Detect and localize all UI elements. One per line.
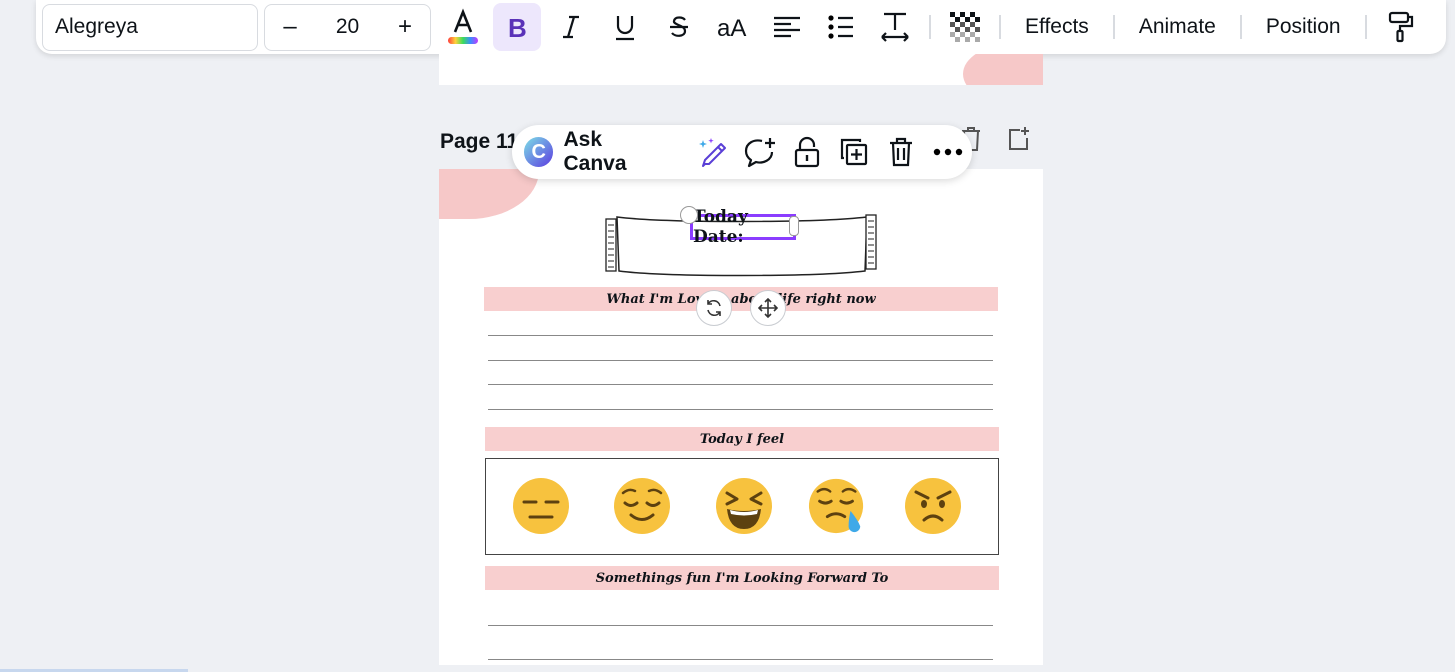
letter-case-icon: aA <box>717 15 746 40</box>
underline-icon <box>616 16 634 41</box>
lock-button[interactable] <box>783 128 830 176</box>
writing-line <box>488 409 993 410</box>
duplicate-button[interactable] <box>831 128 878 176</box>
writing-line <box>488 335 993 336</box>
writing-line <box>488 360 993 361</box>
letter-case-button[interactable]: aA <box>709 3 757 51</box>
move-icon <box>758 298 778 318</box>
font-family-select[interactable]: Alegreya <box>42 3 258 51</box>
toolbar-divider <box>1112 15 1115 39</box>
toolbar-divider <box>1239 15 1242 39</box>
effects-button[interactable]: Effects <box>1011 15 1103 39</box>
align-button[interactable] <box>763 3 811 51</box>
section-forward-header: Somethings fun I'm Looking Forward To <box>485 566 999 590</box>
writing-line <box>488 625 993 626</box>
more-icon <box>934 148 963 156</box>
paint-roller-icon <box>1388 11 1413 43</box>
section-loving-header: What I'm Loving about life right now <box>484 287 998 311</box>
more-options-button[interactable] <box>925 128 972 176</box>
date-text-box[interactable]: Today Date: <box>690 207 796 247</box>
comment-add-icon <box>744 138 775 168</box>
mood-emoji-box <box>485 458 999 555</box>
font-size-increase-button[interactable]: + <box>394 13 416 41</box>
strikethrough-button[interactable] <box>655 3 703 51</box>
canvas-page[interactable]: Today Date: What I'm Loving about life r… <box>439 169 1043 665</box>
add-page-icon[interactable] <box>1006 126 1032 152</box>
decorative-blob <box>963 54 1043 85</box>
list-icon <box>828 15 853 39</box>
rotate-button[interactable] <box>696 290 732 326</box>
text-color-icon <box>448 8 478 44</box>
section-feel-header: Today I feel <box>485 427 999 451</box>
font-size-decrease-button[interactable]: – <box>279 13 301 41</box>
list-button[interactable] <box>817 3 865 51</box>
duplicate-icon <box>841 138 868 166</box>
angry-emoji-icon[interactable] <box>904 477 962 535</box>
element-action-bar: C Ask Canva <box>512 125 972 179</box>
align-left-icon <box>774 16 800 38</box>
relieved-emoji-icon[interactable] <box>613 477 671 535</box>
font-size-stepper: – 20 + <box>264 3 431 51</box>
svg-text:B: B <box>508 14 527 40</box>
delete-button[interactable] <box>878 128 925 176</box>
writing-line <box>488 384 993 385</box>
laughing-emoji-icon[interactable] <box>715 477 773 535</box>
svg-text:aA: aA <box>717 15 746 40</box>
unlock-icon <box>794 136 820 168</box>
previous-page <box>439 54 1043 85</box>
rotate-icon <box>707 300 721 316</box>
italic-button[interactable] <box>547 3 595 51</box>
spacing-button[interactable] <box>871 3 919 51</box>
sleepy-emoji-icon[interactable] <box>808 477 866 535</box>
trash-icon <box>890 137 913 167</box>
canva-logo-icon[interactable]: C <box>524 137 554 167</box>
transparency-icon <box>950 12 980 42</box>
move-button[interactable] <box>750 290 786 326</box>
resize-handle[interactable] <box>680 206 698 224</box>
font-size-value[interactable]: 20 <box>336 15 359 39</box>
side-handle[interactable] <box>789 216 799 236</box>
toolbar-divider <box>1364 15 1367 39</box>
expressionless-emoji-icon[interactable] <box>512 477 570 535</box>
spacing-icon <box>881 12 909 42</box>
copy-style-button[interactable] <box>1377 3 1425 51</box>
text-toolbar: Alegreya – 20 + B aA Effects Animate Pos… <box>36 0 1446 54</box>
italic-icon <box>563 15 579 39</box>
bold-button[interactable]: B <box>493 3 541 51</box>
toolbar-divider <box>929 15 931 39</box>
toolbar-divider <box>999 15 1001 39</box>
magic-write-button[interactable] <box>689 128 736 176</box>
transparency-button[interactable] <box>941 3 989 51</box>
underline-button[interactable] <box>601 3 649 51</box>
animate-button[interactable]: Animate <box>1125 15 1230 39</box>
text-color-button[interactable] <box>439 3 487 51</box>
page-title: Page 11 <box>440 130 519 153</box>
font-family-value: Alegreya <box>55 15 138 38</box>
writing-line <box>488 659 993 660</box>
ask-canva-button[interactable]: Ask Canva <box>563 128 669 176</box>
strikethrough-icon <box>670 16 688 37</box>
position-button[interactable]: Position <box>1252 15 1355 39</box>
decorative-blob <box>439 169 539 219</box>
add-comment-button[interactable] <box>736 128 783 176</box>
magic-pen-icon <box>698 138 726 167</box>
bold-icon: B <box>508 14 527 40</box>
